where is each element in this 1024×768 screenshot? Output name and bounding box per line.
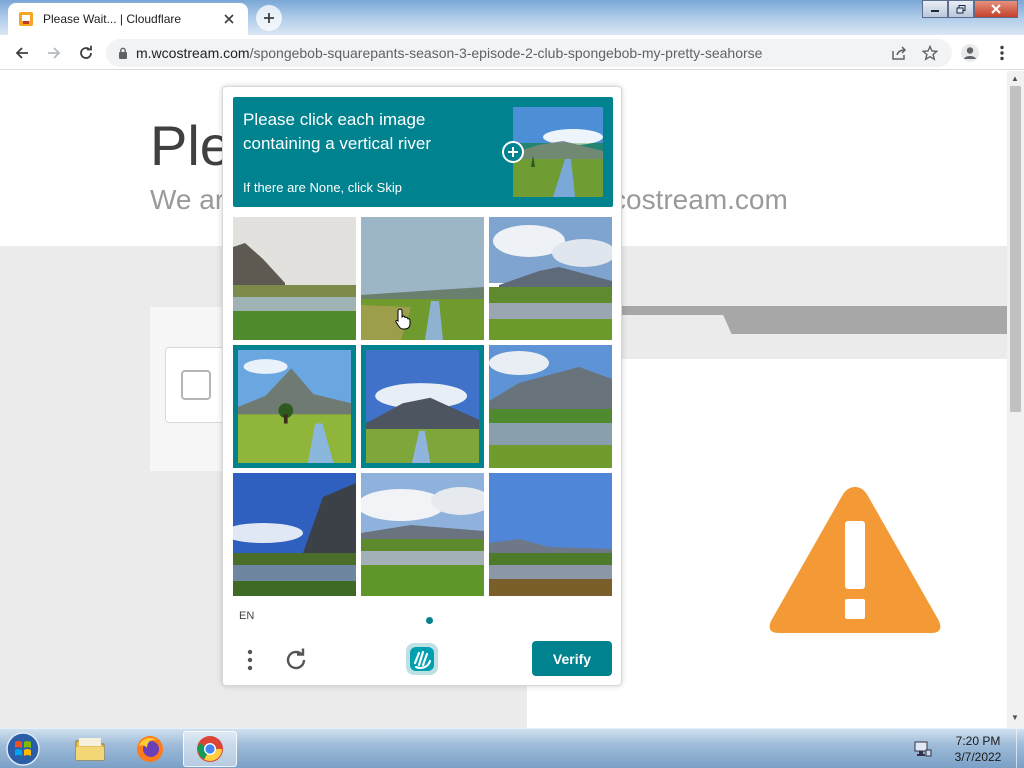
page-domain-fragment: costream.com [612,184,788,215]
arrow-left-icon [15,47,28,59]
warning-icon [769,487,941,633]
network-icon[interactable] [914,741,932,757]
verify-button[interactable]: Verify [532,641,612,676]
browser-menu-button[interactable] [988,39,1016,67]
tile-image [361,473,484,596]
back-button[interactable] [8,39,36,67]
captcha-prompt-text: Please click each image containing a ver… [243,110,432,153]
profile-button[interactable] [956,39,984,67]
firefox-icon [137,736,163,762]
address-bar[interactable]: m.wcostream.com/spongebob-squarepants-se… [106,39,952,67]
tile-image [361,217,484,340]
plus-icon [508,147,518,157]
captcha-tile-1[interactable] [233,217,356,340]
taskbar-chrome[interactable] [183,731,237,767]
bookmark-star-icon[interactable] [922,45,938,61]
captcha-tile-7[interactable] [233,473,356,596]
captcha-tile-4[interactable] [233,345,356,468]
captcha-tile-9[interactable] [489,473,612,596]
scroll-up-arrow-icon[interactable]: ▲ [1011,74,1019,83]
close-window-button[interactable] [974,0,1018,18]
url-path: /spongebob-squarepants-season-3-episode-… [249,45,763,61]
clock-time: 7:20 PM [955,734,1001,748]
page-title: Ple [150,114,231,177]
folder-icon [75,738,105,761]
chrome-icon [197,736,223,762]
challenge-checkbox[interactable] [181,370,211,400]
tile-image [489,473,612,596]
captcha-image-grid [233,217,613,597]
forward-button[interactable] [40,39,68,67]
tab-strip: Please Wait... | Cloudflare [0,0,1024,35]
captcha-menu-button[interactable] [243,645,257,675]
tile-image [233,217,356,340]
tile-image [366,350,479,463]
restore-icon [956,4,966,13]
lock-icon [119,47,127,59]
profile-avatar-icon [961,44,979,62]
captcha-skip-hint: If there are None, click Skip [243,180,402,195]
windows-start-orb-icon [6,732,40,766]
captcha-tile-2[interactable] [361,217,484,340]
challenge-page-indicator [426,617,433,624]
captcha-tile-8[interactable] [361,473,484,596]
share-icon[interactable] [892,46,907,60]
window-controls [922,0,1018,18]
tile-image [233,473,356,596]
captcha-challenge-modal: Please click each image containing a ver… [222,86,622,686]
start-button[interactable] [3,730,47,768]
language-selector[interactable]: EN [239,610,254,622]
tab-title: Please Wait... | Cloudflare [43,12,182,26]
page-scrollbar[interactable]: ▲ ▼ [1007,71,1024,728]
url-text: m.wcostream.com/spongebob-squarepants-se… [136,45,762,61]
reload-button[interactable] [72,39,100,67]
taskbar-firefox[interactable] [123,731,177,767]
tile-image [489,217,612,340]
tile-image [238,350,351,463]
example-image [513,107,603,197]
hcaptcha-logo-icon [406,643,438,675]
scrollbar-thumb[interactable] [1010,86,1021,412]
refresh-challenge-button[interactable] [281,645,311,675]
new-tab-button[interactable] [256,5,282,31]
captcha-prompt-banner: Please click each image containing a ver… [233,97,613,207]
show-desktop-button[interactable] [1016,729,1024,768]
url-host: m.wcostream.com [136,45,250,61]
captcha-tile-6[interactable] [489,345,612,468]
browser-tab[interactable]: Please Wait... | Cloudflare [8,3,248,35]
expand-example-button[interactable] [502,141,524,163]
captcha-tile-3[interactable] [489,217,612,340]
clock-date: 3/7/2022 [954,750,1002,764]
restore-button[interactable] [948,0,974,18]
taskbar-explorer[interactable] [63,731,117,767]
captcha-tile-5[interactable] [361,345,484,468]
arrow-right-icon [48,47,61,59]
reload-icon [80,45,92,59]
tab-close-icon[interactable] [220,10,238,28]
scroll-down-arrow-icon[interactable]: ▼ [1011,713,1019,722]
cloudflare-favicon-icon [19,12,33,26]
windows-taskbar: 7:20 PM 3/7/2022 [0,728,1024,768]
page-subtitle: We ar [150,184,225,215]
minimize-icon [931,10,939,12]
browser-toolbar: m.wcostream.com/spongebob-squarepants-se… [0,35,1024,70]
plus-icon [264,13,274,23]
close-icon [991,4,1001,14]
grey-band-tab [622,315,732,335]
kebab-menu-icon [247,649,253,671]
taskbar-clock[interactable]: 7:20 PM 3/7/2022 [938,733,1018,765]
minimize-button[interactable] [922,0,948,18]
kebab-menu-icon [1000,45,1004,61]
tile-image [489,345,612,468]
refresh-icon [286,648,306,670]
